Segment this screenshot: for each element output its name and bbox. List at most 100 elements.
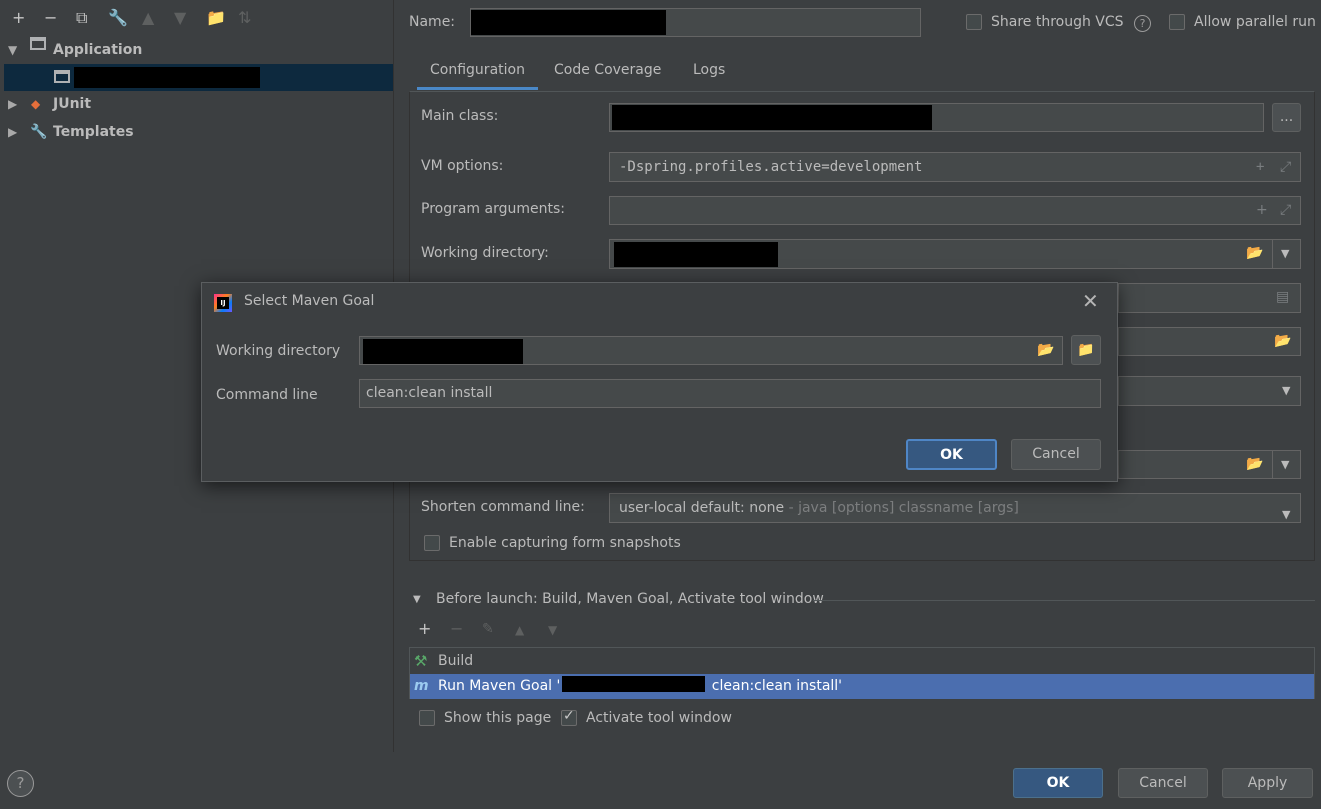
help-icon[interactable]: ?: [7, 770, 34, 797]
tree-item-templates[interactable]: ▶ 🔧 Templates: [4, 119, 390, 146]
list-item-maven-goal[interactable]: m Run Maven Goal ' clean:clean install': [410, 674, 1314, 699]
tree-item-junit[interactable]: ▶ ◆ JUnit: [4, 91, 390, 118]
maven-icon: m: [414, 678, 429, 694]
vm-options-value: -Dspring.profiles.active=development: [619, 159, 923, 175]
list-item-label-suffix: clean:clean install': [707, 678, 843, 694]
expand-icon[interactable]: ⤢: [1280, 202, 1291, 218]
jre-input[interactable]: 📂: [1118, 450, 1273, 479]
show-page-label: Show this page: [444, 710, 552, 726]
before-launch-header: Before launch: Build, Maven Goal, Activa…: [436, 591, 824, 607]
tab-label: Code Coverage: [554, 62, 662, 78]
close-icon[interactable]: ✕: [1082, 289, 1099, 313]
show-page-checkbox[interactable]: [419, 710, 435, 726]
module-dropdown[interactable]: ▼: [1118, 376, 1301, 406]
wrench-icon[interactable]: 🔧: [108, 8, 128, 27]
working-dir-label: Working directory:: [421, 245, 549, 261]
move-up-icon[interactable]: ▲: [142, 8, 154, 27]
folder-icon[interactable]: 📂: [1274, 333, 1291, 349]
activate-tool-window-checkbox[interactable]: [561, 708, 577, 726]
activate-tool-window-label: Activate tool window: [586, 710, 732, 726]
tab-label: Configuration: [430, 62, 525, 78]
folder-add-icon[interactable]: 📁: [206, 8, 226, 27]
modal-ok-button[interactable]: OK: [906, 439, 997, 470]
document-icon[interactable]: ▤: [1276, 289, 1289, 305]
tab-configuration[interactable]: Configuration: [417, 60, 538, 90]
program-args-input[interactable]: + ⤢: [609, 196, 1301, 225]
add-icon[interactable]: +: [418, 619, 431, 638]
list-item-build[interactable]: ⚒ Build: [410, 649, 1314, 674]
tab-label: Logs: [693, 62, 726, 78]
folder-icon[interactable]: 📂: [1246, 245, 1263, 261]
copy-icon[interactable]: ⧉: [76, 8, 87, 28]
move-down-icon[interactable]: ▼: [548, 623, 557, 637]
application-icon: [54, 70, 70, 83]
cancel-label: Cancel: [1032, 446, 1080, 462]
select-maven-goal-dialog: Select Maven Goal ✕ Working directory 📂 …: [201, 282, 1118, 482]
list-item-label-prefix: Run Maven Goal ': [438, 678, 561, 694]
shorten-cmd-hint: - java [options] classname [args]: [784, 500, 1019, 516]
share-vcs-label: Share through VCS: [991, 14, 1124, 30]
folder-icon[interactable]: 📂: [1037, 342, 1054, 358]
expand-icon[interactable]: ⤢: [1280, 153, 1291, 181]
modal-command-line-input[interactable]: clean:clean install: [359, 379, 1101, 408]
modal-working-dir-input[interactable]: 📂: [359, 336, 1063, 365]
redirect-input[interactable]: 📂: [1118, 327, 1301, 356]
jre-dropdown[interactable]: ▼: [1272, 450, 1301, 479]
allow-parallel-label: Allow parallel run: [1194, 14, 1316, 30]
application-icon: [30, 37, 46, 50]
tab-code-coverage[interactable]: Code Coverage: [552, 60, 663, 90]
ok-button[interactable]: OK: [1013, 768, 1103, 798]
tree-item-label: Templates: [53, 124, 134, 140]
modal-command-line-label: Command line: [216, 387, 318, 403]
edit-icon[interactable]: ✎: [482, 621, 494, 637]
chevron-down-icon: ▼: [1282, 508, 1291, 521]
folder-icon[interactable]: 📂: [1246, 456, 1263, 472]
modal-cancel-button[interactable]: Cancel: [1011, 439, 1101, 470]
redacted-config-name: [74, 67, 260, 88]
plus-icon[interactable]: +: [1256, 153, 1264, 181]
redacted-name-value: [471, 10, 666, 35]
cancel-button[interactable]: Cancel: [1118, 768, 1208, 798]
help-icon[interactable]: ?: [1134, 15, 1151, 32]
browse-main-class-button[interactable]: ...: [1272, 103, 1301, 132]
ok-label: OK: [1046, 775, 1070, 791]
collapse-arrow-icon[interactable]: ▼: [413, 594, 421, 605]
name-input[interactable]: [470, 8, 921, 37]
redacted-working-dir: [614, 242, 778, 267]
move-up-icon[interactable]: ▲: [515, 623, 524, 637]
add-icon[interactable]: +: [12, 8, 25, 27]
collapsed-arrow-icon[interactable]: ▶: [8, 91, 17, 118]
select-project-button[interactable]: 📁: [1071, 335, 1101, 365]
collapsed-arrow-icon[interactable]: ▶: [8, 119, 17, 146]
tree-item-application[interactable]: ▼ Application: [4, 37, 390, 64]
sort-icon[interactable]: ⇅: [238, 8, 251, 27]
junit-icon: ◆: [31, 97, 41, 111]
working-dir-dropdown[interactable]: ▼: [1272, 239, 1301, 269]
apply-button[interactable]: Apply: [1222, 768, 1313, 798]
cancel-label: Cancel: [1139, 775, 1187, 791]
hammer-icon: ⚒: [414, 652, 428, 670]
tree-item-label: JUnit: [53, 96, 92, 112]
remove-icon[interactable]: −: [450, 619, 463, 638]
plus-icon[interactable]: +: [1256, 202, 1268, 218]
vm-options-input[interactable]: -Dspring.profiles.active=development + ⤢: [609, 152, 1301, 182]
move-down-icon[interactable]: ▼: [174, 8, 186, 27]
working-dir-input[interactable]: 📂: [609, 239, 1273, 269]
expanded-arrow-icon[interactable]: ▼: [8, 37, 17, 64]
name-label: Name:: [409, 14, 456, 30]
program-args-label: Program arguments:: [421, 201, 565, 217]
main-class-input[interactable]: [609, 103, 1264, 132]
tab-logs[interactable]: Logs: [691, 60, 727, 90]
ok-label: OK: [940, 447, 963, 463]
remove-icon[interactable]: −: [44, 8, 57, 27]
separator: [813, 600, 1315, 601]
env-variables-input[interactable]: ▤: [1118, 283, 1301, 313]
shorten-cmd-dropdown[interactable]: user-local default: none - java [options…: [609, 493, 1301, 523]
share-vcs-checkbox[interactable]: [966, 14, 982, 30]
command-line-value: clean:clean install: [366, 385, 493, 401]
redacted-main-class: [612, 105, 932, 130]
tree-item-selected-config[interactable]: [4, 64, 393, 91]
capture-snapshots-checkbox[interactable]: [424, 535, 440, 551]
apply-label: Apply: [1247, 775, 1288, 791]
allow-parallel-checkbox[interactable]: [1169, 14, 1185, 30]
